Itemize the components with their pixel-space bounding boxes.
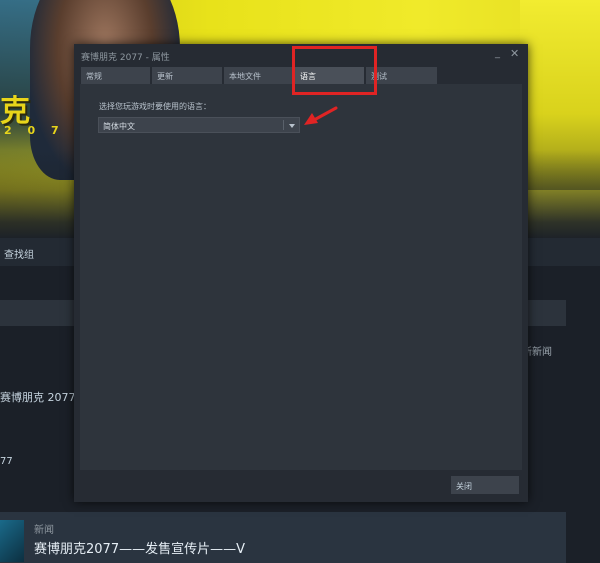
tab-local-files[interactable]: 本地文件 [224, 67, 293, 84]
properties-dialog: 赛博朋克 2077 - 属性 _ ✕ 常规 更新 本地文件 语言 测试 选择您玩… [74, 44, 528, 502]
dialog-title: 赛博朋克 2077 - 属性 [81, 53, 170, 63]
language-panel: 选择您玩游戏时要使用的语言： 简体中文 [80, 84, 522, 470]
news-item[interactable]: 新闻 赛博朋克2077——发售宣传片——V [0, 512, 566, 563]
annotation-highlight-box [292, 46, 377, 95]
chevron-down-icon[interactable] [289, 124, 295, 128]
minimize-button[interactable]: _ [495, 48, 500, 59]
tab-label: 本地文件 [229, 72, 261, 81]
news-thumbnail [0, 520, 24, 562]
tab-label: 常规 [86, 72, 102, 81]
news-title[interactable]: 赛博朋克2077——发售宣传片——V [34, 538, 245, 557]
tab-updates[interactable]: 更新 [152, 67, 222, 84]
close-window-button[interactable]: ✕ [510, 47, 519, 60]
nav-find-group[interactable]: 查找组 [4, 246, 34, 261]
left-small-text: 77 [0, 456, 13, 467]
language-selected-value: 简体中文 [103, 122, 135, 131]
news-label: 新闻 [34, 525, 54, 536]
close-button-label: 关闭 [456, 482, 472, 491]
tab-label: 更新 [157, 72, 173, 81]
tab-general[interactable]: 常规 [81, 67, 150, 84]
language-prompt: 选择您玩游戏时要使用的语言： [99, 102, 211, 111]
language-dropdown[interactable]: 简体中文 [98, 117, 300, 133]
dropdown-separator [283, 120, 284, 130]
close-button[interactable]: 关闭 [451, 476, 519, 494]
game-title-text: 赛博朋克 2077 [0, 391, 76, 404]
